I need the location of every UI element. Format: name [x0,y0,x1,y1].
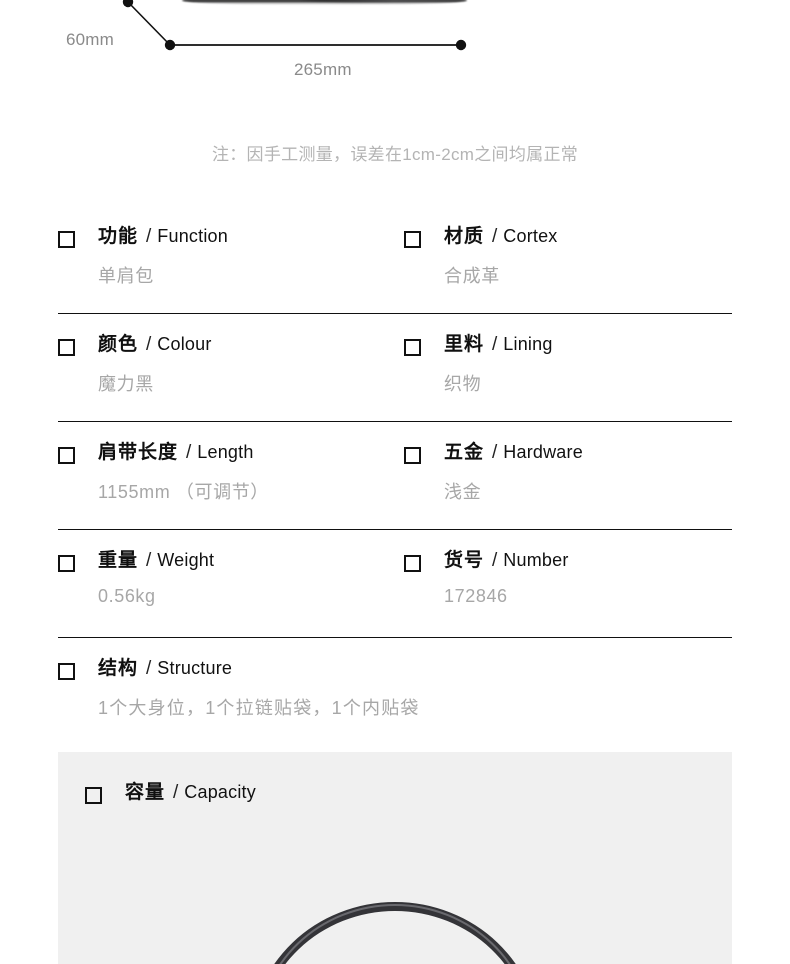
height-dimension-line [127,1,171,46]
spec-cell-length: 肩带长度 / Length 1155mm （可调节） [58,422,404,529]
checkbox-icon[interactable] [58,339,75,356]
checkbox-icon[interactable] [404,339,421,356]
spec-label-separator: / [146,550,152,571]
spec-label-cn: 功能 [98,226,139,247]
dimension-diagram: 60mm 265mm [0,0,790,118]
spec-cell-number: 货号 / Number 172846 [404,530,732,637]
spec-cell-function: 功能 / Function 单肩包 [58,206,404,313]
spec-label-separator: / [492,550,498,571]
table-row: 重量 / Weight 0.56kg 货号 / Number 172846 [58,530,732,638]
spec-label: 材质 / Cortex [444,224,558,250]
spec-label: 重量 / Weight [98,548,214,574]
checkbox-icon[interactable] [404,555,421,572]
spec-label-cn: 材质 [444,226,485,247]
spec-label: 容量 / Capacity [125,780,256,806]
capacity-section: 容量 / Capacity [58,752,732,964]
spec-label-en: Weight [157,550,215,570]
spec-label-cn: 颜色 [98,334,139,355]
spec-value: 1个大身位，1个拉链贴袋，1个内贴袋 [98,697,420,718]
spec-label-separator: / [146,658,152,679]
spec-value: 浅金 [444,481,482,502]
table-row: 颜色 / Colour 魔力黑 里料 / Lining 织物 [58,314,732,422]
height-dimension-label: 60mm [66,30,115,49]
spec-label-en: Number [503,550,569,570]
spec-label-separator: / [186,442,192,463]
spec-label-separator: / [146,226,152,247]
spec-value: 172846 [444,585,508,606]
spec-label: 肩带长度 / Length [98,440,269,466]
checkbox-icon[interactable] [58,555,75,572]
spec-label-en: Colour [157,334,212,354]
spec-label-cn: 五金 [444,442,485,463]
spec-cell-hardware: 五金 / Hardware 浅金 [404,422,732,529]
spec-cell-colour: 颜色 / Colour 魔力黑 [58,314,404,421]
spec-value: 1155mm （可调节） [98,481,269,502]
spec-value: 合成革 [444,265,500,286]
spec-cell-lining: 里料 / Lining 织物 [404,314,732,421]
dimension-endpoint-right [455,39,467,51]
checkbox-icon[interactable] [58,231,75,248]
spec-label-cn: 结构 [98,658,139,679]
spec-label-en: Length [197,442,254,462]
spec-label: 结构 / Structure [98,656,420,682]
spec-label-cn: 容量 [125,782,166,803]
spec-label-en: Lining [503,334,553,354]
spec-cell-structure: 结构 / Structure 1个大身位，1个拉链贴袋，1个内贴袋 [58,638,732,746]
spec-label-en: Cortex [503,226,558,246]
spec-label-separator: / [492,334,498,355]
width-dimension-label: 265mm [294,60,352,79]
bag-handle-highlight [257,904,533,964]
spec-label-en: Structure [157,658,233,678]
spec-label-en: Function [157,226,228,246]
spec-cell-capacity: 容量 / Capacity [85,780,256,806]
dimension-endpoint-left [164,39,176,51]
spec-value: 织物 [444,373,482,394]
table-row: 功能 / Function 单肩包 材质 / Cortex 合成革 [58,206,732,314]
spec-label-separator: / [492,442,498,463]
spec-label-en: Hardware [503,442,583,462]
specification-table: 功能 / Function 单肩包 材质 / Cortex 合成革 颜色 / Colour [58,206,732,746]
checkbox-icon[interactable] [404,447,421,464]
spec-value: 单肩包 [98,265,154,286]
spec-label: 里料 / Lining [444,332,553,358]
spec-label-cn: 重量 [98,550,139,571]
spec-value: 0.56kg [98,585,156,606]
spec-cell-weight: 重量 / Weight 0.56kg [58,530,404,637]
checkbox-icon[interactable] [404,231,421,248]
spec-label-en: Capacity [184,782,256,802]
table-row-structure: 结构 / Structure 1个大身位，1个拉链贴袋，1个内贴袋 [58,638,732,746]
spec-label-cn: 里料 [444,334,485,355]
spec-label-cn: 货号 [444,550,485,571]
spec-label: 颜色 / Colour [98,332,212,358]
spec-label: 功能 / Function [98,224,228,250]
spec-value: 魔力黑 [98,373,154,394]
spec-cell-cortex: 材质 / Cortex 合成革 [404,206,732,313]
spec-label-separator: / [146,334,152,355]
checkbox-icon[interactable] [58,447,75,464]
dimension-lines-svg [122,0,467,51]
checkbox-icon[interactable] [85,787,102,804]
spec-label-separator: / [173,782,179,803]
table-row: 肩带长度 / Length 1155mm （可调节） 五金 / Hardware 浅金 [58,422,732,530]
spec-label: 货号 / Number [444,548,569,574]
spec-label-separator: / [492,226,498,247]
checkbox-icon[interactable] [58,663,75,680]
spec-label: 五金 / Hardware [444,440,583,466]
measurement-note: 注：因手工测量，误差在1cm-2cm之间均属正常 [211,145,579,164]
spec-label-cn: 肩带长度 [98,442,179,463]
